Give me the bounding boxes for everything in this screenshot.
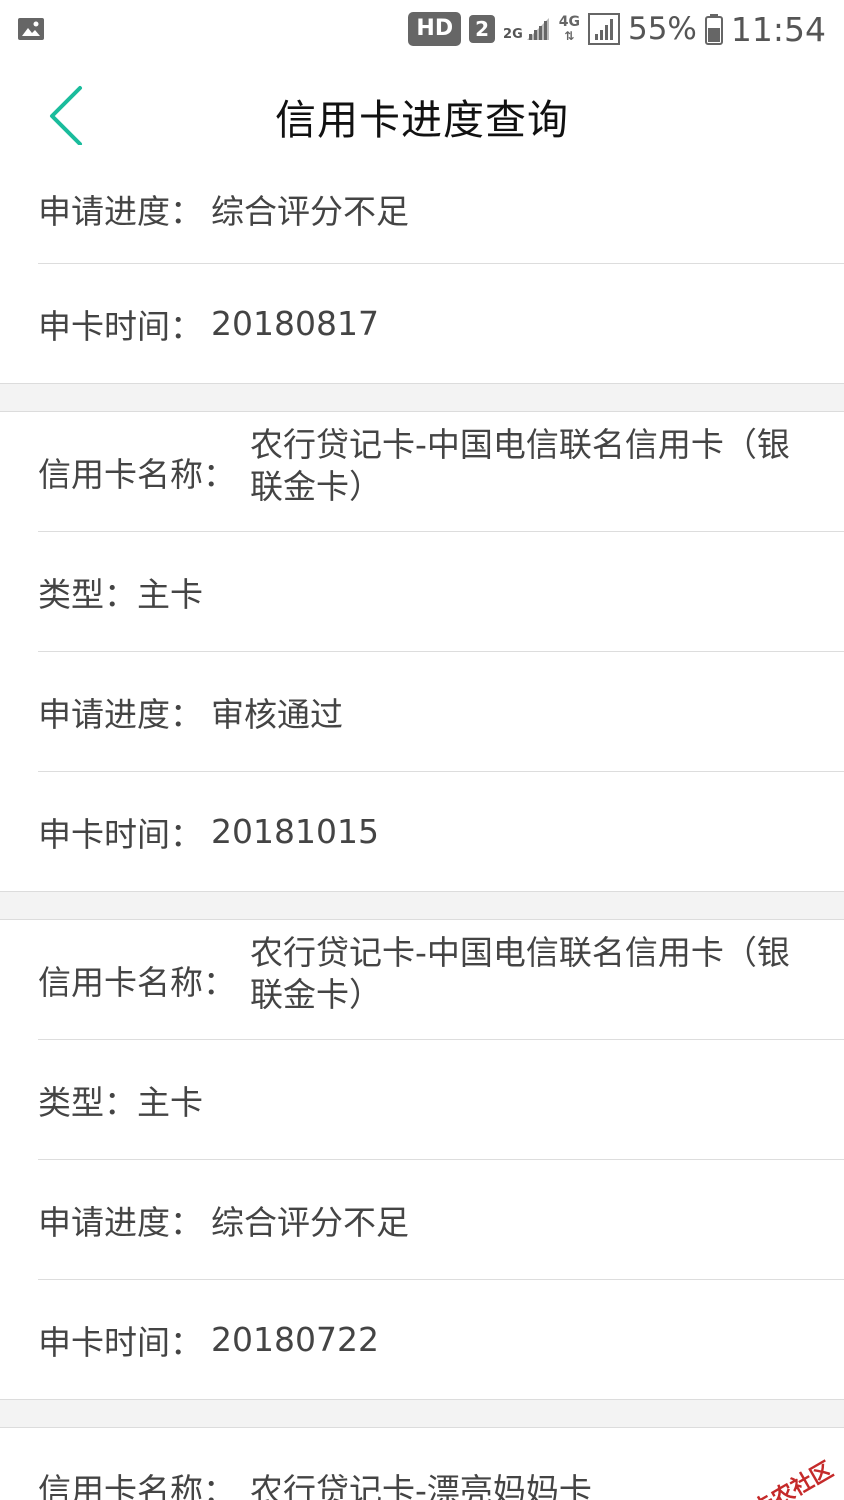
time-value: 20180817 bbox=[211, 304, 379, 343]
battery-percent: 55% bbox=[627, 11, 697, 47]
status-right: HD 2 2G 4G ⇅ 55% 11:54 bbox=[408, 10, 826, 49]
image-icon bbox=[18, 18, 44, 40]
record-list: 申请进度： 综合评分不足 申卡时间： 20180817 信用卡名称： 农行贷记卡… bbox=[0, 145, 844, 1500]
type-row: 类型： 主卡 bbox=[38, 1040, 844, 1160]
status-left bbox=[16, 15, 46, 43]
card-name-label: 信用卡名称： bbox=[38, 1471, 236, 1500]
record-card: 信用卡名称： 农行贷记卡-中国电信联名信用卡（银联金卡） 类型： 主卡 申请进度… bbox=[0, 412, 844, 891]
data-arrows-icon: ⇅ bbox=[564, 29, 575, 43]
card-name-row: 信用卡名称： 农行贷记卡-漂亮妈妈卡 bbox=[38, 1428, 844, 1500]
progress-value: 审核通过 bbox=[211, 694, 343, 734]
screen: HD 2 2G 4G ⇅ 55% 11:54 信用卡进度查询 申请进度： 综合评… bbox=[0, 0, 844, 1500]
section-divider bbox=[0, 891, 844, 920]
progress-row: 申请进度： 综合评分不足 bbox=[38, 145, 844, 264]
progress-label: 申请进度： bbox=[38, 192, 203, 231]
record-card: 信用卡名称： 农行贷记卡-漂亮妈妈卡 bbox=[0, 1428, 844, 1500]
card-name-value: 农行贷记卡-漂亮妈妈卡 bbox=[250, 1471, 592, 1500]
signal-icon bbox=[526, 18, 549, 40]
battery-icon bbox=[704, 14, 723, 45]
type-label: 类型： bbox=[38, 1082, 137, 1122]
time-label: 申卡时间： bbox=[38, 814, 203, 854]
time-row: 申卡时间： 20180722 bbox=[38, 1280, 844, 1399]
time-row: 申卡时间： 20180817 bbox=[38, 264, 844, 383]
time-value: 20181015 bbox=[211, 812, 379, 851]
clock: 11:54 bbox=[730, 9, 826, 49]
type-value: 主卡 bbox=[137, 1082, 203, 1122]
card-name-label: 信用卡名称： bbox=[38, 454, 236, 494]
net-2g-label: 2G bbox=[503, 27, 523, 42]
progress-row: 申请进度： 审核通过 bbox=[38, 652, 844, 772]
type-value: 主卡 bbox=[137, 574, 203, 614]
record-card: 申请进度： 综合评分不足 申卡时间： 20180817 bbox=[0, 145, 844, 383]
time-label: 申卡时间： bbox=[38, 1322, 203, 1362]
progress-label: 申请进度： bbox=[38, 694, 203, 734]
section-divider bbox=[0, 383, 844, 412]
record-card: 信用卡名称： 农行贷记卡-中国电信联名信用卡（银联金卡） 类型： 主卡 申请进度… bbox=[0, 920, 844, 1399]
card-name-row: 信用卡名称： 农行贷记卡-中国电信联名信用卡（银联金卡） bbox=[38, 412, 844, 532]
progress-label: 申请进度： bbox=[38, 1202, 203, 1242]
signal-icon-4g bbox=[587, 13, 620, 45]
net-4g: 4G ⇅ bbox=[559, 15, 580, 43]
type-row: 类型： 主卡 bbox=[38, 532, 844, 652]
sim-badge: 2 bbox=[469, 15, 496, 43]
net-4g-label: 4G bbox=[558, 14, 580, 30]
page-title: 信用卡进度查询 bbox=[275, 96, 569, 144]
card-name-row: 信用卡名称： 农行贷记卡-中国电信联名信用卡（银联金卡） bbox=[38, 920, 844, 1040]
progress-value: 综合评分不足 bbox=[211, 1202, 409, 1242]
time-row: 申卡时间： 20181015 bbox=[38, 772, 844, 891]
progress-row: 申请进度： 综合评分不足 bbox=[38, 1160, 844, 1280]
card-name-label: 信用卡名称： bbox=[38, 962, 236, 1002]
card-name-value: 农行贷记卡-中国电信联名信用卡（银联金卡） bbox=[250, 932, 790, 1014]
time-label: 申卡时间： bbox=[38, 306, 203, 346]
time-value: 20180722 bbox=[211, 1320, 379, 1359]
signal-2g: 2G bbox=[503, 16, 551, 42]
progress-value: 综合评分不足 bbox=[211, 192, 409, 231]
section-divider bbox=[0, 1399, 844, 1428]
hd-badge: HD bbox=[408, 12, 462, 46]
status-bar: HD 2 2G 4G ⇅ 55% 11:54 bbox=[0, 0, 844, 58]
type-label: 类型： bbox=[38, 574, 137, 614]
card-name-value: 农行贷记卡-中国电信联名信用卡（银联金卡） bbox=[250, 424, 790, 506]
